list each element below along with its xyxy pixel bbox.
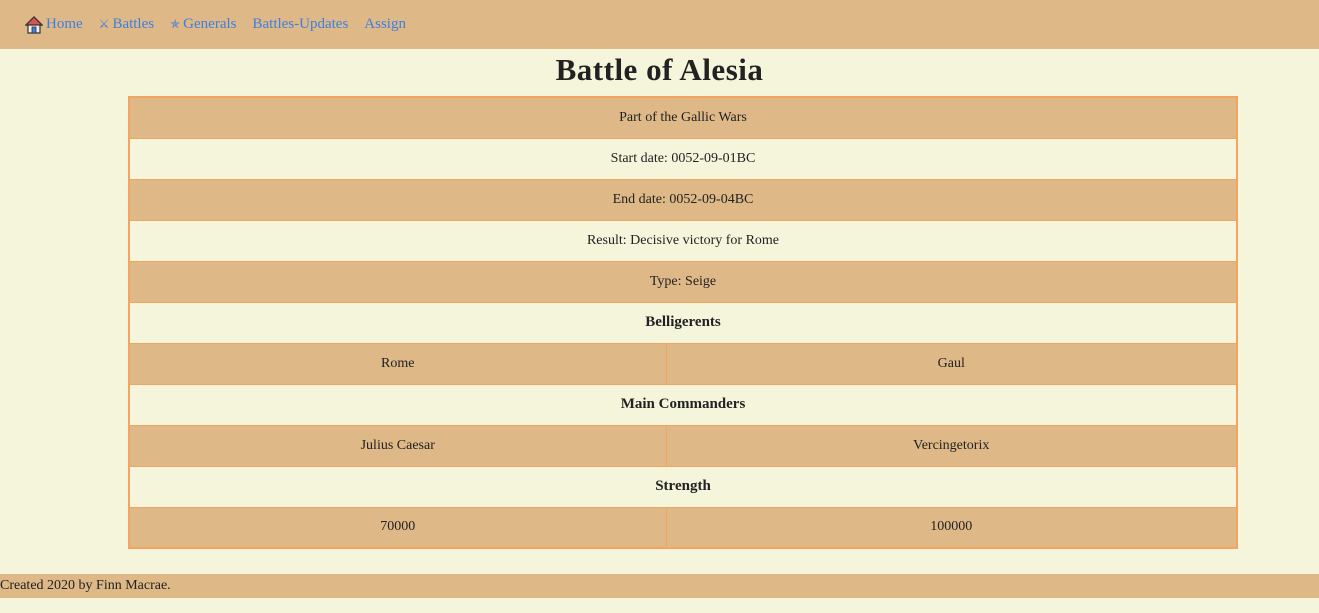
strength-left-cell: 70000 (128, 506, 667, 549)
belligerent-right-cell: Gaul (665, 342, 1238, 385)
table-row: Strength (128, 465, 1238, 508)
page-title: Battle of Alesia (555, 52, 764, 87)
nav-home-link[interactable]: Home (25, 15, 83, 34)
nav-battles-updates-label: Battles-Updates (252, 16, 349, 32)
nav-assign-label: Assign (364, 16, 406, 32)
nav-generals-label: Generals (183, 16, 237, 32)
table-row: 70000 100000 (128, 506, 1238, 549)
table-row: Julius Caesar Vercingetorix (128, 424, 1238, 467)
table-row: Result: Decisive victory for Rome (128, 219, 1238, 262)
table-row: Belligerents (128, 301, 1238, 344)
table-row: Part of the Gallic Wars (128, 96, 1238, 139)
home-icon (25, 15, 43, 34)
top-navbar: Home ⚔ Battles ✯ Generals Battles-Update… (0, 0, 1319, 49)
footer-text: Created 2020 by Finn Macrae. (0, 578, 171, 593)
commander-left-cell: Julius Caesar (128, 424, 667, 467)
battle-info-table: Part of the Gallic Wars Start date: 0052… (128, 96, 1238, 549)
star-icon: ✯ (170, 17, 181, 31)
nav-home-label: Home (46, 16, 83, 32)
type-cell: Type: Seige (128, 260, 1238, 303)
commanders-heading: Main Commanders (128, 383, 1238, 426)
belligerents-heading: Belligerents (128, 301, 1238, 344)
table-row: Start date: 0052-09-01BC (128, 137, 1238, 180)
strength-right-cell: 100000 (665, 506, 1238, 549)
nav-generals-link[interactable]: ✯ Generals (170, 16, 236, 33)
belligerent-left-cell: Rome (128, 342, 667, 385)
end-date-cell: End date: 0052-09-04BC (128, 178, 1238, 221)
result-cell: Result: Decisive victory for Rome (128, 219, 1238, 262)
table-row: Main Commanders (128, 383, 1238, 426)
nav-battles-updates-link[interactable]: Battles-Updates (252, 16, 348, 33)
footer: Created 2020 by Finn Macrae. (0, 574, 1319, 598)
crossed-swords-icon: ⚔ (98, 17, 110, 31)
nav-battles-label: Battles (112, 16, 155, 32)
table-row: Rome Gaul (128, 342, 1238, 385)
nav-battles-link[interactable]: ⚔ Battles (99, 16, 154, 33)
start-date-cell: Start date: 0052-09-01BC (128, 137, 1238, 180)
table-row: Type: Seige (128, 260, 1238, 303)
strength-heading: Strength (128, 465, 1238, 508)
commander-right-cell: Vercingetorix (665, 424, 1238, 467)
nav-assign-link[interactable]: Assign (364, 16, 406, 33)
part-of-cell: Part of the Gallic Wars (128, 96, 1238, 139)
table-row: End date: 0052-09-04BC (128, 178, 1238, 221)
